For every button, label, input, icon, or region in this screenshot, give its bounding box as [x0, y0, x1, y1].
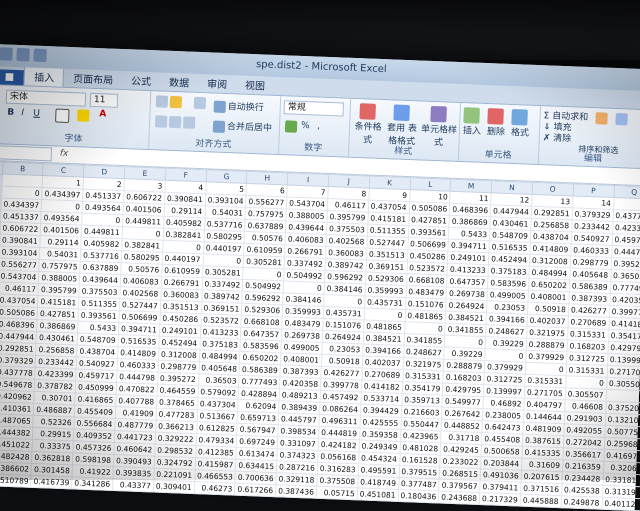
table-cell[interactable]: 0.482428: [0, 450, 32, 464]
tab-data[interactable]: 数据: [160, 71, 199, 91]
borders-icon[interactable]: [55, 108, 72, 123]
fx-icon[interactable]: fx: [60, 149, 69, 159]
tab-file[interactable]: ■: [0, 69, 24, 85]
delete-cells-button[interactable]: 删除: [487, 108, 506, 138]
align-center-icon[interactable]: [169, 116, 183, 129]
table-cell[interactable]: 0.445888: [520, 494, 561, 508]
font-group: 宋体 11 B I U A 字体: [0, 85, 151, 149]
currency-icon[interactable]: [285, 120, 299, 133]
table-cell[interactable]: 0.341286: [72, 477, 113, 491]
table-cell[interactable]: 0.416739: [31, 475, 72, 489]
clear-button[interactable]: ✗ 清除: [543, 130, 572, 144]
editing-group: Σ 自动求和 ⇓ 填充 ✗ 清除 排序和筛选 编辑: [538, 106, 640, 168]
table-cell[interactable]: 0.43377: [112, 478, 153, 492]
italic-button[interactable]: I: [21, 108, 24, 118]
wrap-text-button[interactable]: 自动换行: [214, 99, 264, 114]
number-group: 常规 % , 数字: [278, 96, 351, 157]
table-cell[interactable]: 0.243688: [439, 491, 480, 505]
table-cell[interactable]: 0.401128: [602, 497, 640, 511]
spreadsheet-grid[interactable]: BCDEFGHIJKLMNOPQ 11234567891011121314152…: [0, 161, 640, 511]
merge-center-label: 合并后居中: [227, 122, 272, 134]
format-cells-label: 格式: [511, 128, 529, 139]
editing-group-label: 编辑: [538, 149, 640, 166]
clear-label: 清除: [553, 134, 571, 145]
table-cell[interactable]: 0.387436: [275, 485, 316, 499]
delete-cells-label: 删除: [487, 127, 505, 138]
insert-cells-button[interactable]: 插入: [463, 107, 482, 137]
cells-group: 插入 删除 格式 单元格: [458, 103, 541, 164]
data-table: BCDEFGHIJKLMNOPQ 11234567891011121314152…: [0, 161, 640, 511]
align-top-icon[interactable]: [156, 95, 170, 108]
table-cell[interactable]: 0.510789: [0, 474, 31, 488]
table-cell[interactable]: 0.180436: [398, 489, 439, 503]
table-cell[interactable]: 0.249878: [561, 496, 602, 510]
format-cells-button[interactable]: 格式: [511, 109, 530, 139]
font-color-icon[interactable]: A: [99, 109, 106, 119]
tab-review[interactable]: 审阅: [198, 73, 237, 93]
font-size-box[interactable]: 11: [90, 93, 119, 108]
alignment-group: 自动换行 合并后居中 对齐方式: [148, 91, 281, 154]
cell-styles-button[interactable]: 单元格样式: [420, 106, 458, 149]
table-cell[interactable]: 0.386602: [0, 462, 32, 476]
conditional-format-button[interactable]: 条件格式: [352, 103, 384, 146]
align-middle-icon[interactable]: [170, 96, 184, 109]
table-cell[interactable]: 0.217329: [479, 493, 520, 507]
table-cell[interactable]: 0.46273: [194, 482, 235, 496]
tab-formulas[interactable]: 公式: [122, 70, 161, 90]
comma-icon[interactable]: ,: [317, 122, 320, 132]
tab-view[interactable]: 视图: [236, 74, 275, 94]
sort-filter-icon[interactable]: [595, 112, 609, 125]
bold-button[interactable]: B: [7, 108, 14, 118]
underline-button[interactable]: U: [33, 109, 40, 119]
font-name-box[interactable]: 宋体: [6, 90, 86, 107]
table-cell[interactable]: 0.451081: [357, 488, 398, 502]
align-right-icon[interactable]: [183, 116, 197, 129]
number-group-label: 数字: [278, 139, 348, 155]
number-format-box[interactable]: 常规: [284, 100, 344, 116]
insert-cells-label: 插入: [463, 126, 481, 137]
align-left-icon[interactable]: [155, 115, 169, 128]
percent-icon[interactable]: %: [301, 121, 310, 131]
table-format-button[interactable]: 套用 表格格式: [386, 104, 418, 147]
cells-group-label: 单元格: [458, 146, 538, 162]
orientation-icon[interactable]: [194, 97, 208, 110]
alignment-group-label: 对齐方式: [148, 134, 278, 152]
styles-group: 条件格式 套用 表格格式 单元格样式 样式: [348, 99, 461, 161]
fill-color-icon[interactable]: [77, 109, 91, 122]
table-cell[interactable]: 0.617266: [235, 483, 276, 497]
table-cell[interactable]: 0.309401: [153, 480, 194, 494]
find-select-icon[interactable]: [615, 113, 629, 126]
merge-center-button[interactable]: 合并后居中: [213, 119, 272, 135]
name-box[interactable]: [0, 145, 52, 161]
excel-window: spe.dist2 - Microsoft Excel ■ 插入 页面布局 公式…: [0, 44, 640, 509]
wrap-text-label: 自动换行: [228, 102, 264, 113]
table-cell[interactable]: 0.05715: [316, 486, 357, 500]
tab-page-layout[interactable]: 页面布局: [64, 68, 123, 89]
